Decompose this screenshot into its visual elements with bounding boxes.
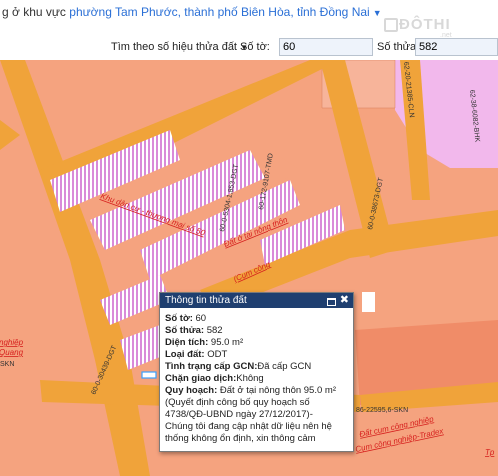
location-link[interactable]: phường Tam Phước, thành phố Biên Hòa, tỉ… bbox=[69, 5, 369, 19]
site-logo: ĐÔTHI bbox=[399, 16, 451, 33]
location-text: g ở khu vực phường Tam Phước, thành phố … bbox=[2, 5, 382, 19]
popup-header: Thông tin thửa đất ✖ bbox=[160, 293, 353, 308]
info-transaction: Chặn giao dịch:Không bbox=[165, 373, 264, 384]
location-prefix: g ở khu vực bbox=[2, 5, 70, 19]
sheet-number-input[interactable] bbox=[279, 38, 373, 56]
parcel-info-popup: Thông tin thửa đất ✖ Số tờ: 60 Số thửa: … bbox=[159, 292, 354, 452]
caret-down-icon[interactable]: ▼ bbox=[373, 8, 382, 18]
close-icon[interactable]: ✖ bbox=[340, 293, 349, 308]
popup-title: Thông tin thửa đất bbox=[165, 295, 247, 306]
sheet-label: Số tờ: bbox=[240, 41, 270, 53]
info-note: Chúng tôi đang cập nhật dữ liệu nên hệ t… bbox=[165, 421, 332, 444]
map-label-skn-west: SKN bbox=[0, 361, 14, 368]
info-planning: Quy hoạch: Đất ở tại nông thôn 95.0 m² bbox=[165, 385, 336, 396]
info-land-type: Loại đất: ODT bbox=[165, 349, 228, 360]
map-label-industry-west: nghiệp bbox=[0, 338, 24, 347]
info-parcel: Số thửa: 582 bbox=[165, 325, 223, 336]
map-label-quang: Quang bbox=[0, 348, 24, 357]
white-plot bbox=[362, 292, 375, 312]
popup-body: Số tờ: 60 Số thửa: 582 Diện tích: 95.0 m… bbox=[160, 308, 353, 445]
parcel-label: Số thửa: bbox=[377, 41, 420, 53]
search-mode-label: Tìm theo số hiệu thửa đất bbox=[111, 41, 237, 53]
parcel-number-input[interactable] bbox=[415, 38, 498, 56]
info-certificate: Tình trạng cấp GCN:Đã cấp GCN bbox=[165, 361, 312, 372]
selected-parcel[interactable] bbox=[141, 371, 157, 379]
map-label-tp: Tp bbox=[485, 448, 495, 457]
info-sheet: Số tờ: 60 bbox=[165, 313, 207, 324]
top-bar: g ở khu vực phường Tam Phước, thành phố … bbox=[0, 0, 498, 60]
search-mode-dropdown[interactable]: Tìm theo số hiệu thửa đất ▼ bbox=[111, 41, 248, 53]
info-area: Diện tích: 95.0 m² bbox=[165, 337, 244, 348]
minimize-icon[interactable] bbox=[327, 298, 336, 306]
logo-icon bbox=[384, 18, 398, 32]
map-label-skn-east: 86-22595,6-SKN bbox=[356, 407, 408, 414]
info-decision: (Quyết định công bố quy hoạch số 4738/QĐ… bbox=[165, 397, 313, 420]
